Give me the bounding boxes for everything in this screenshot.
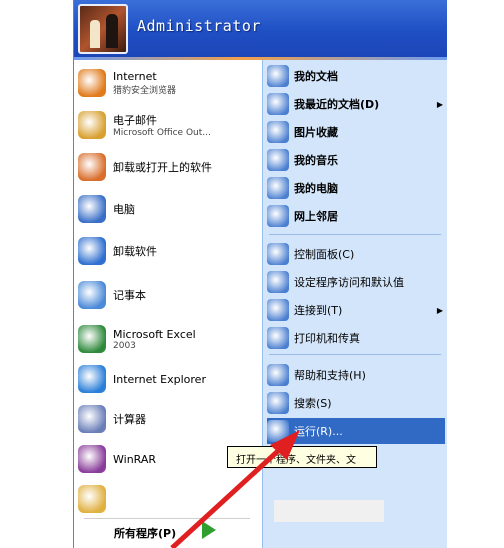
annotation-arrow: [170, 430, 300, 548]
annotation-arrow-shaft: [170, 438, 292, 548]
